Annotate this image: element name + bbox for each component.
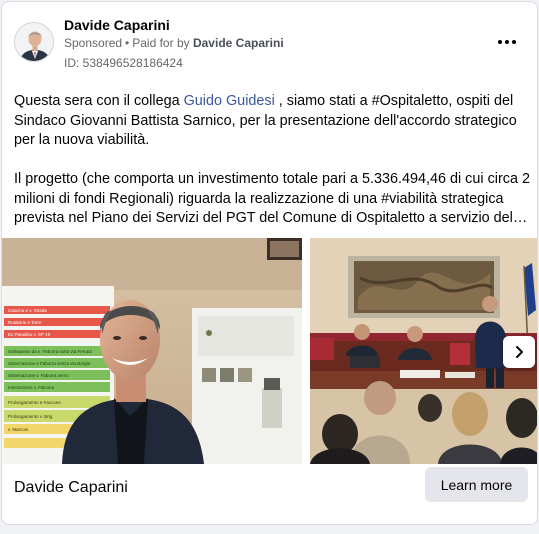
svg-text:Prolungamento v. Brig: Prolungamento v. Brig	[8, 414, 53, 419]
chevron-right-icon	[516, 346, 523, 358]
svg-text:Sistemazione v. Faborra verso: Sistemazione v. Faborra verso	[8, 373, 69, 378]
ad-id: ID: 538496528186424	[64, 56, 183, 70]
more-options-button[interactable]	[495, 32, 519, 52]
mention-link[interactable]: Guido Guidesi	[184, 93, 275, 109]
paid-for-label: Paid for by	[132, 36, 190, 50]
body-paragraph-1: Questa sera con il collega Guido Guidesi…	[14, 93, 517, 148]
svg-text:Prolungamento e Faccone: Prolungamento e Faccone	[8, 400, 61, 405]
svg-text:Cascina e v. Strada: Cascina e v. Strada	[8, 308, 47, 313]
ad-card: Davide Caparini Sponsored • Paid for by Da…	[1, 1, 538, 525]
svg-text:Rotatorie e Torre: Rotatorie e Torre	[8, 320, 42, 325]
body-paragraph-2: Il progetto (che comporta un investiment…	[14, 171, 530, 226]
svg-text:Intersezione v. Falcone: Intersezione v. Falcone	[8, 385, 55, 390]
footer-page-name[interactable]: Davide Caparini	[14, 479, 128, 497]
svg-text:Sistemazione e Faborra senza v: Sistemazione e Faborra senza via Borgio	[8, 361, 91, 366]
svg-text:Sottopasso da v. Faborra sotto: Sottopasso da v. Faborra sotto via Ferra…	[8, 349, 92, 354]
learn-more-button[interactable]: Learn more	[425, 467, 528, 502]
sponsored-label: Sponsored	[64, 36, 123, 50]
separator-dot: •	[125, 36, 130, 50]
image-carousel[interactable]: Cascina e v. Strada Rotatorie e Torre Ex…	[2, 238, 537, 464]
carousel-next-button[interactable]	[503, 336, 535, 368]
carousel-image-1[interactable]: Cascina e v. Strada Rotatorie e Torre Ex…	[2, 238, 302, 464]
more-options-icon	[498, 40, 502, 44]
post-body: Questa sera con il collega Guido Guidesi…	[14, 92, 530, 248]
avatar-image	[15, 23, 53, 61]
author-name[interactable]: Davide Caparini	[64, 17, 170, 33]
svg-text:v. Marconi: v. Marconi	[8, 427, 28, 432]
photo-man-posters: Cascina e v. Strada Rotatorie e Torre Ex…	[2, 238, 302, 464]
payer-name[interactable]: Davide Caparini	[193, 36, 284, 50]
svg-text:Ex Paradiso v. SP 19: Ex Paradiso v. SP 19	[8, 332, 51, 337]
author-avatar[interactable]	[14, 22, 54, 62]
sponsored-line: Sponsored • Paid for by Davide Caparini	[64, 36, 284, 50]
